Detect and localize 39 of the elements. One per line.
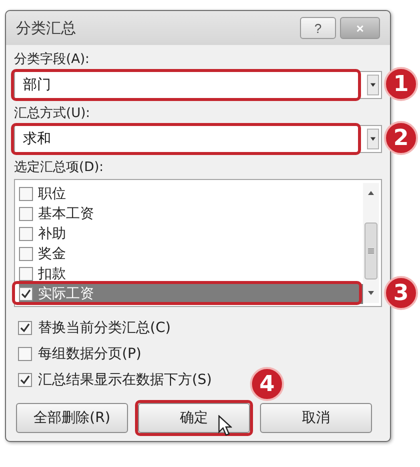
checkbox[interactable] bbox=[18, 321, 32, 335]
item-label: 补助 bbox=[38, 225, 66, 243]
option-label[interactable]: 替换当前分类汇总(C) bbox=[38, 319, 171, 337]
step-number: 2 bbox=[384, 121, 418, 155]
scrollbar[interactable] bbox=[363, 183, 379, 303]
dialog-button[interactable]: 取消 bbox=[260, 403, 372, 433]
checkbox[interactable] bbox=[19, 287, 33, 301]
field-label: 汇总方式(U): bbox=[14, 105, 92, 123]
dialog-button[interactable]: 全部删除(R) bbox=[16, 403, 128, 433]
checkbox[interactable] bbox=[19, 227, 33, 241]
option-label[interactable]: 汇总结果显示在数据下方(S) bbox=[38, 371, 212, 389]
item-label: 扣款 bbox=[38, 265, 66, 283]
field-label: 选定汇总项(D): bbox=[14, 159, 105, 177]
help-button[interactable]: ? bbox=[300, 17, 336, 39]
option-label[interactable]: 每组数据分页(P) bbox=[38, 345, 142, 363]
list-item[interactable]: 奖金 bbox=[19, 244, 363, 264]
list-item[interactable]: 职位 bbox=[19, 184, 363, 204]
step-number: 1 bbox=[384, 67, 418, 101]
item-label: 实际工资 bbox=[38, 285, 94, 303]
list-item[interactable]: 扣款 bbox=[19, 264, 363, 284]
checkbox[interactable] bbox=[19, 207, 33, 221]
step-number: 3 bbox=[384, 276, 418, 310]
list-item[interactable]: 基本工资 bbox=[19, 204, 363, 224]
dropdown[interactable]: 部门 bbox=[14, 71, 382, 99]
dialog-button[interactable]: 确定 bbox=[138, 403, 250, 433]
item-label: 职位 bbox=[38, 185, 66, 203]
step-number: 4 bbox=[250, 367, 284, 401]
checkbox[interactable] bbox=[18, 373, 32, 387]
item-label: 基本工资 bbox=[38, 205, 94, 223]
dropdown[interactable]: 求和 bbox=[14, 125, 382, 153]
item-label: 奖金 bbox=[38, 245, 66, 263]
checkbox[interactable] bbox=[19, 187, 33, 201]
list-item[interactable]: 补助 bbox=[19, 224, 363, 244]
checkbox[interactable] bbox=[19, 247, 33, 261]
field-label: 分类字段(A): bbox=[14, 51, 90, 69]
mouse-pointer-icon bbox=[218, 415, 232, 437]
window-title: 分类汇总 bbox=[16, 18, 76, 38]
checkbox[interactable] bbox=[18, 347, 32, 361]
checkbox[interactable] bbox=[19, 267, 33, 281]
